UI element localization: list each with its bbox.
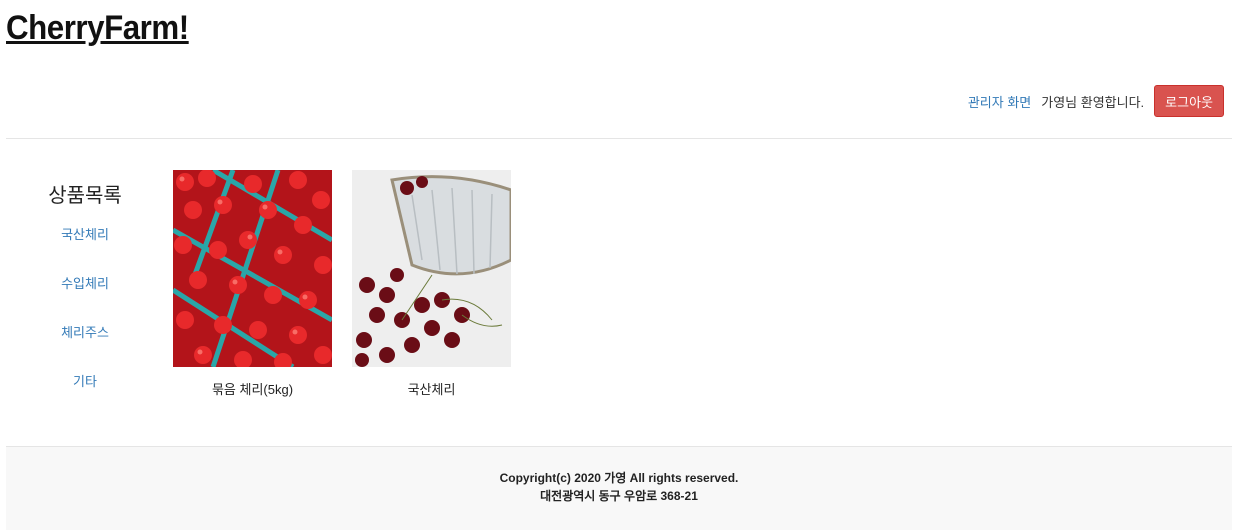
sidebar-item-etc[interactable]: 기타 bbox=[30, 373, 140, 422]
product-name[interactable]: 국산체리 bbox=[352, 379, 511, 398]
product-name[interactable]: 묶음 체리(5kg) bbox=[173, 379, 332, 398]
sidebar-item-imported-cherry[interactable]: 수입체리 bbox=[30, 275, 140, 324]
sidebar-title: 상품목록 bbox=[48, 185, 122, 207]
site-footer: Copyright(c) 2020 가영 All rights reserved… bbox=[6, 446, 1232, 530]
logout-button[interactable]: 로그아웃 bbox=[1154, 85, 1224, 117]
category-sidebar: 상품목록 국산체리 수입체리 체리주스 기타 bbox=[30, 175, 140, 422]
product-grid: 묶음 체리(5kg) 국산체리 bbox=[173, 170, 511, 398]
product-card[interactable]: 국산체리 bbox=[352, 170, 511, 398]
product-image-cherries-bowl[interactable] bbox=[352, 170, 511, 367]
footer-copyright: Copyright(c) 2020 가영 All rights reserved… bbox=[499, 471, 739, 485]
site-logo[interactable]: CherryFarm! bbox=[6, 6, 189, 50]
footer-address: 대전광역시 동구 우암로 368-21 bbox=[540, 489, 698, 503]
header-divider bbox=[6, 138, 1232, 139]
product-card[interactable]: 묶음 체리(5kg) bbox=[173, 170, 332, 398]
product-image-cherries-baskets[interactable] bbox=[173, 170, 332, 367]
sidebar-item-domestic-cherry[interactable]: 국산체리 bbox=[30, 226, 140, 275]
sidebar-item-cherry-juice[interactable]: 체리주스 bbox=[30, 324, 140, 373]
admin-page-link[interactable]: 관리자 화면 bbox=[968, 92, 1031, 111]
welcome-text: 가영님 환영합니다. bbox=[1041, 94, 1145, 110]
user-bar: 관리자 화면 가영님 환영합니다. 로그아웃 bbox=[968, 85, 1224, 117]
